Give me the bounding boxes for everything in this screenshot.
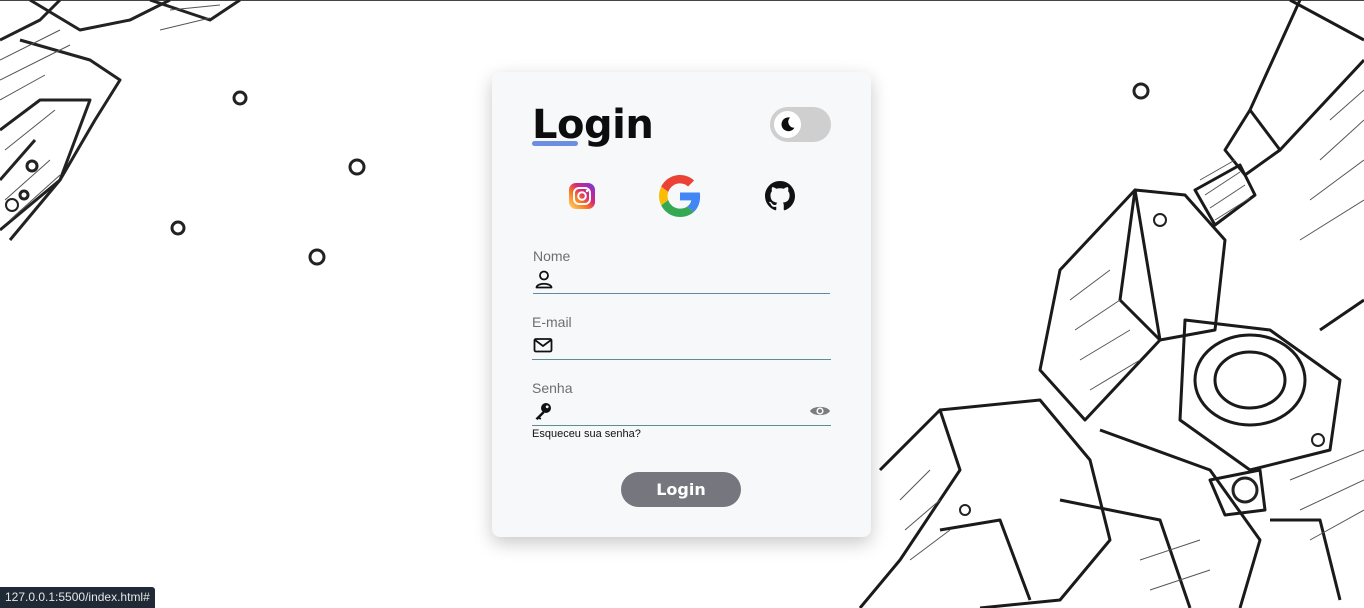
user-icon <box>535 270 553 289</box>
status-bar-url: 127.0.0.1:5500/index.html# <box>0 587 155 608</box>
page: Login Nome E-mail Senha Esqueceu sua sen… <box>0 0 1364 608</box>
moon-icon <box>781 117 795 132</box>
eye-icon[interactable] <box>809 401 831 421</box>
theme-toggle[interactable] <box>770 107 831 142</box>
email-label: E-mail <box>532 314 572 330</box>
name-field: Nome <box>533 248 830 294</box>
login-submit-button[interactable]: Login <box>621 472 741 507</box>
google-login-button[interactable] <box>658 174 702 218</box>
email-underline <box>532 359 831 360</box>
password-input[interactable] <box>560 400 804 426</box>
name-underline <box>533 293 830 294</box>
password-label: Senha <box>532 380 573 396</box>
toggle-knob <box>774 111 801 138</box>
email-field: E-mail <box>532 314 831 360</box>
login-card: Login Nome E-mail Senha Esqueceu sua sen… <box>492 72 871 537</box>
password-field: Senha <box>532 380 831 426</box>
instagram-icon <box>569 183 595 209</box>
email-input[interactable] <box>560 334 804 360</box>
password-underline <box>532 425 831 426</box>
key-icon <box>535 403 551 420</box>
name-label: Nome <box>533 248 571 264</box>
envelope-icon <box>533 338 553 353</box>
google-icon <box>659 175 701 217</box>
forgot-password-link[interactable]: Esqueceu sua senha? <box>532 428 641 440</box>
github-icon <box>765 181 795 211</box>
instagram-login-button[interactable] <box>560 174 604 218</box>
github-login-button[interactable] <box>758 174 802 218</box>
title-underline-accent <box>532 141 578 146</box>
name-input[interactable] <box>561 268 805 294</box>
